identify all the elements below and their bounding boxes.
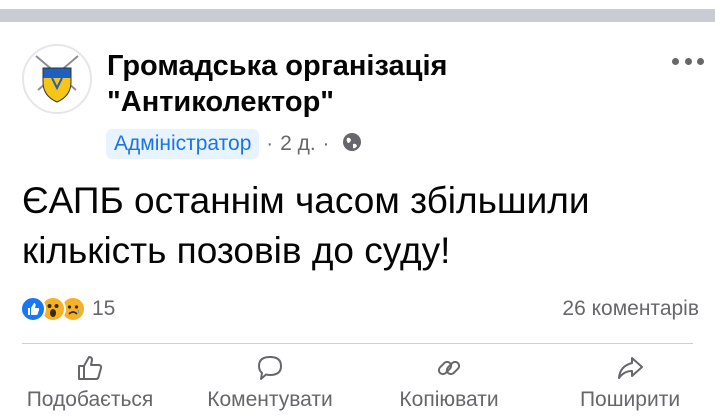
post-actions-bar: Подобається Коментувати Копіювати Пошири… bbox=[0, 354, 715, 417]
post-text: ЄАПБ останнім часом збільшили кількість … bbox=[22, 176, 702, 276]
meta-separator: · bbox=[266, 132, 274, 155]
post-text-line-1: ЄАПБ останнім часом збільшили bbox=[22, 180, 590, 221]
reaction-count[interactable]: 15 bbox=[92, 297, 115, 321]
like-reaction-icon bbox=[20, 296, 46, 322]
more-options-icon[interactable] bbox=[672, 54, 704, 68]
post-card: Громадська організація "Антиколектор" Ад… bbox=[0, 22, 715, 417]
copy-button-label: Копіювати bbox=[399, 388, 499, 411]
like-button-label: Подобається bbox=[26, 388, 154, 411]
actions-divider bbox=[22, 343, 693, 344]
share-button-label: Поширити bbox=[579, 388, 681, 411]
reactions-summary[interactable]: 15 bbox=[20, 294, 115, 324]
page-name-line-2[interactable]: "Антиколектор" bbox=[107, 84, 627, 120]
thumbs-up-icon bbox=[78, 356, 103, 380]
previous-post-bottom bbox=[0, 0, 715, 9]
post-text-line-2: кількість позовів до суду! bbox=[22, 230, 451, 271]
page-avatar[interactable] bbox=[22, 44, 92, 114]
share-button[interactable]: Поширити bbox=[560, 354, 700, 417]
comment-icon bbox=[258, 356, 282, 380]
share-icon bbox=[618, 357, 643, 379]
copy-button[interactable]: Копіювати bbox=[379, 354, 519, 417]
comment-button-label: Коментувати bbox=[207, 388, 333, 411]
post-meta: Адміністратор · 2 д. · bbox=[106, 128, 362, 160]
like-button[interactable]: Подобається bbox=[12, 354, 168, 417]
previous-post-edge bbox=[0, 0, 715, 22]
page-name-line-1[interactable]: Громадська організація bbox=[107, 48, 627, 84]
post-time[interactable]: 2 д. bbox=[280, 132, 316, 156]
meta-separator-2: · bbox=[322, 132, 330, 155]
comments-count[interactable]: 26 коментарів bbox=[562, 297, 699, 321]
globe-icon bbox=[342, 132, 362, 157]
link-icon bbox=[437, 360, 461, 376]
shield-crest-icon bbox=[24, 46, 90, 112]
comment-button[interactable]: Коментувати bbox=[190, 354, 350, 417]
role-badge: Адміністратор bbox=[106, 129, 260, 159]
page-name[interactable]: Громадська організація "Антиколектор" bbox=[107, 48, 627, 120]
